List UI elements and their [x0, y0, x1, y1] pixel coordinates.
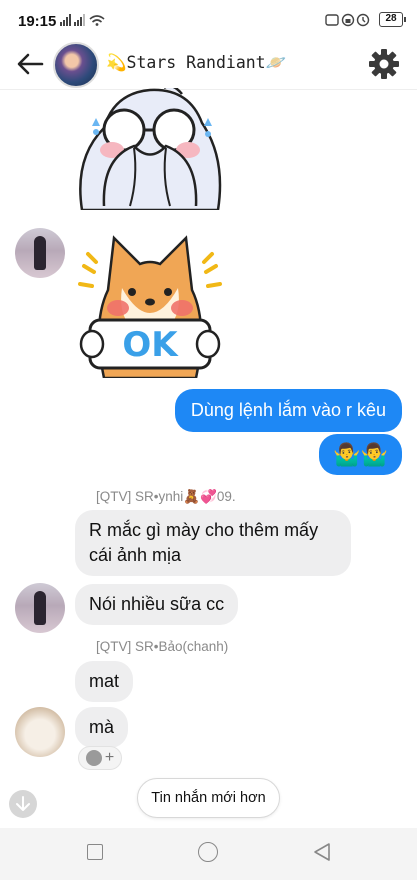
add-reaction-button[interactable]: +: [78, 746, 122, 770]
incoming-message[interactable]: Nói nhiều sữa cc: [75, 584, 239, 625]
battery-icon: 28: [379, 12, 406, 27]
arrow-down-icon: [16, 796, 30, 811]
status-right: 28: [325, 12, 406, 27]
outgoing-message[interactable]: Dùng lệnh lắm vào r kêu: [174, 389, 402, 432]
incoming-message[interactable]: mà: [75, 707, 129, 748]
avatar[interactable]: [15, 228, 65, 278]
outgoing-message[interactable]: 🤷‍♂️🤷‍♂️: [319, 434, 402, 475]
status-time: 19:15: [18, 13, 57, 30]
status-bar: 19:15 28: [0, 0, 417, 40]
plus-icon: +: [104, 749, 115, 766]
group-title[interactable]: 💫Stars Randiant🪐: [106, 53, 286, 73]
nav-back-icon[interactable]: [313, 842, 331, 862]
scroll-down-button[interactable]: [9, 790, 37, 818]
new-messages-button[interactable]: Tin nhắn mới hơn: [137, 778, 280, 818]
chat-header: 💫Stars Randiant🪐: [0, 40, 417, 90]
recent-apps-icon[interactable]: [87, 844, 103, 860]
incoming-message[interactable]: R mắc gì mày cho thêm mấy cái ảnh mịa: [75, 510, 351, 576]
svg-text:OK: OK: [122, 325, 179, 365]
sender-name: [QTV] SR•ynhi🧸💞09.: [96, 489, 236, 504]
group-avatar[interactable]: [53, 42, 99, 88]
incoming-message[interactable]: mat: [75, 661, 134, 702]
gear-icon[interactable]: [367, 47, 401, 81]
smiley-icon: [85, 750, 102, 766]
status-indicators-icon: [325, 13, 370, 26]
back-arrow-icon[interactable]: [14, 48, 46, 80]
signal-wifi-icon: [60, 14, 105, 26]
avatar[interactable]: [15, 707, 65, 757]
shiba-ok-sticker[interactable]: OK: [74, 228, 226, 378]
signal-icons: [60, 14, 106, 26]
system-nav-bar: [0, 828, 417, 880]
sender-name: [QTV] SR•Bảo(chanh): [96, 639, 229, 654]
bunny-covering-face-sticker[interactable]: [74, 88, 226, 210]
avatar[interactable]: [15, 583, 65, 633]
home-icon[interactable]: [198, 842, 218, 862]
